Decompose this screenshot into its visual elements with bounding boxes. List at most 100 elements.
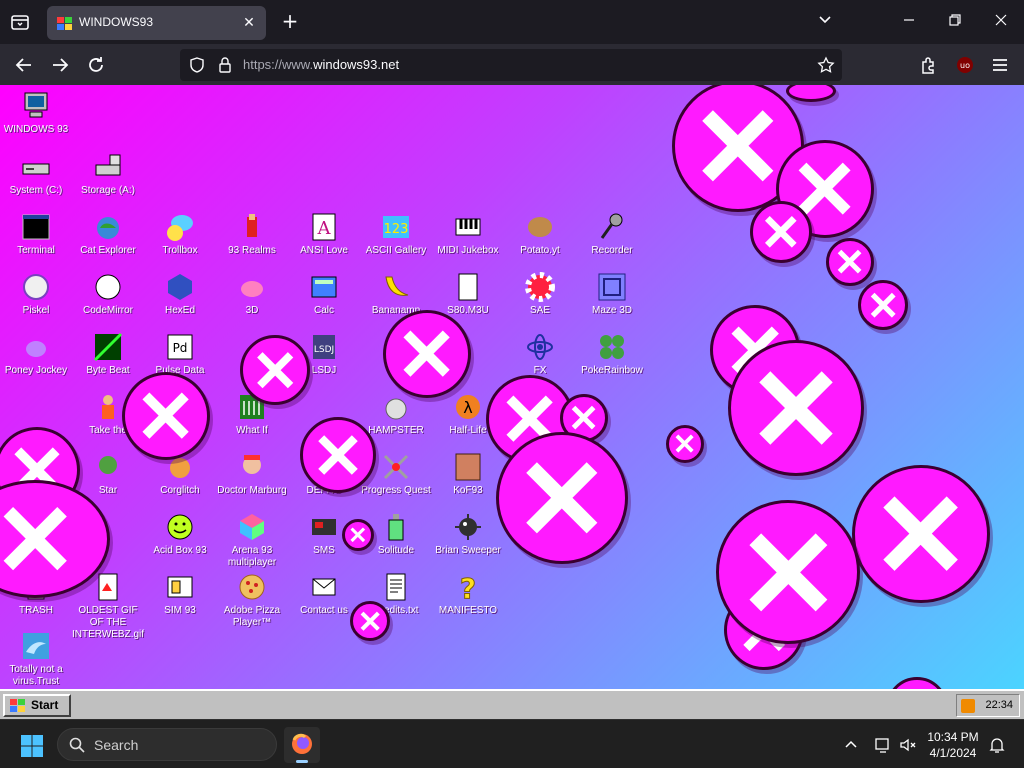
taskbar-clock[interactable]: 10:34 PM 4/1/2024: [915, 729, 991, 761]
desktop-icon-label: Calc: [313, 305, 334, 316]
x-bubble-icon: [350, 601, 390, 641]
contact-icon: [308, 571, 340, 603]
tab-close-icon[interactable]: ✕: [240, 14, 258, 32]
desktop-icon-cat-explorer[interactable]: Cat Explorer: [72, 211, 144, 257]
desktop-icon-sae[interactable]: SAE: [504, 271, 576, 317]
desktop-icon-label: 3D: [245, 305, 259, 316]
desktop-icon-hexed[interactable]: HexEd: [144, 271, 216, 317]
desktop-icon-totally-not-a-virus[interactable]: Totally not a virus.Trust: [0, 630, 72, 688]
desktop-icon-contact-us[interactable]: Contact us: [288, 571, 360, 617]
hamburger-menu-icon[interactable]: [988, 53, 1012, 77]
desktop-icon-byte-beat[interactable]: Byte Beat: [72, 331, 144, 377]
tab-overflow-chevron-icon[interactable]: [815, 12, 835, 32]
letter-a-icon: A: [308, 211, 340, 243]
lsdj-icon: LSDJ: [308, 331, 340, 363]
new-tab-icon[interactable]: +: [280, 11, 300, 31]
windows93-favicon-icon: [57, 16, 73, 30]
desktop-icon-storage-a[interactable]: Storage (A:): [72, 151, 144, 197]
forward-arrow-icon[interactable]: [48, 53, 72, 77]
reload-icon[interactable]: [84, 53, 108, 77]
bookmark-star-icon[interactable]: [817, 56, 835, 74]
desktop-icon-doctor-marburg[interactable]: Doctor Marburg: [216, 451, 288, 497]
desktop-icon-ascii-gallery[interactable]: 123 ASCII Gallery: [360, 211, 432, 257]
x-bubble-icon: [858, 280, 908, 330]
x-bubble-icon: [728, 340, 864, 476]
desktop-icon-trollbox[interactable]: Trollbox: [144, 211, 216, 257]
desktop-icon-label: PokeRainbow: [581, 365, 643, 376]
desktop-icon-recorder[interactable]: Recorder: [576, 211, 648, 257]
win93-logo-icon: [10, 699, 26, 713]
desktop-icon-system-c[interactable]: System (C:): [0, 151, 72, 197]
list-all-tabs-icon[interactable]: [8, 10, 32, 34]
desktop-icon-potato-yt[interactable]: Potato.yt: [504, 211, 576, 257]
rss-icon[interactable]: [961, 699, 975, 713]
microphone-icon: [596, 211, 628, 243]
desktop-icon-midi-jukebox[interactable]: MIDI Jukebox: [432, 211, 504, 257]
desktop-icon-calc[interactable]: Calc: [288, 271, 360, 317]
clock-date: 4/1/2024: [929, 746, 977, 760]
desktop-icon-terminal[interactable]: Terminal: [0, 211, 72, 257]
half-life-icon: λ: [452, 391, 484, 423]
taskbar-search-box[interactable]: Search: [57, 728, 277, 761]
desktop-icon-label: Contact us: [300, 605, 348, 616]
restore-window-icon[interactable]: [945, 12, 965, 32]
maze-icon: [596, 271, 628, 303]
lock-icon[interactable]: [216, 56, 234, 74]
desktop-icon-sim-93[interactable]: SIM 93: [144, 571, 216, 617]
desktop-icon-label: WINDOWS 93: [3, 124, 69, 135]
desktop-icon-brian-sweeper[interactable]: Brian Sweeper: [432, 511, 504, 557]
desktop-icon-pokerainbow[interactable]: PokeRainbow: [576, 331, 648, 377]
desktop-icon-star[interactable]: Star: [72, 451, 144, 497]
desktop-icon-hampster[interactable]: HAMPSTER: [360, 391, 432, 437]
notification-bell-icon[interactable]: [988, 736, 1006, 754]
swords-icon: [380, 451, 412, 483]
desktop-icon-windows93[interactable]: WINDOWS 93: [0, 90, 72, 136]
ublock-origin-icon[interactable]: uo: [953, 53, 977, 77]
tracking-protection-shield-icon[interactable]: [188, 56, 206, 74]
desktop-icon-kof93[interactable]: KoF93: [432, 451, 504, 497]
desktop-icon-maze-3d[interactable]: Maze 3D: [576, 271, 648, 317]
desktop-icon-piskel[interactable]: Piskel: [0, 271, 72, 317]
desktop-icon-acid-box-93[interactable]: Acid Box 93: [144, 511, 216, 557]
x-bubble-icon: [750, 201, 812, 263]
address-bar[interactable]: https://www.windows93.net: [180, 49, 842, 81]
desktop-icon-label: ASCII Gallery: [365, 245, 427, 256]
knight-icon: [236, 211, 268, 243]
arena-cube-icon: [236, 511, 268, 543]
desktop-icon-poney-jockey[interactable]: Poney Jockey: [0, 331, 72, 377]
search-icon: [68, 736, 86, 754]
desktop-icon-label: Potato.yt: [520, 245, 560, 256]
x-bubble-icon: [342, 519, 374, 551]
desktop-icon-arena-93[interactable]: Arena 93 multiplayer: [216, 511, 288, 569]
browser-tab-active[interactable]: WINDOWS93 ✕: [47, 6, 266, 40]
desktop-icon-3d[interactable]: 3D: [216, 271, 288, 317]
desktop-icon-adobe-pizza-player[interactable]: Adobe Pizza Player™: [216, 571, 288, 629]
back-arrow-icon[interactable]: [12, 53, 36, 77]
desktop-icon-s80-m3u[interactable]: S80.M3U: [432, 271, 504, 317]
firefox-taskbar-button[interactable]: [284, 727, 320, 763]
extensions-puzzle-icon[interactable]: [917, 53, 941, 77]
desktop-icon-pulse-data[interactable]: Pd Pulse Data: [144, 331, 216, 377]
desktop-icon-93-realms[interactable]: 93 Realms: [216, 211, 288, 257]
banana-icon: [380, 271, 412, 303]
desktop-icon-label: 93 Realms: [228, 245, 276, 256]
desktop-icon-codemirror[interactable]: CodeMirror: [72, 271, 144, 317]
network-icon[interactable]: [874, 736, 892, 754]
desktop-icon-fx[interactable]: FX: [504, 331, 576, 377]
desktop-icon-ansi-love[interactable]: A ANSI Love: [288, 211, 360, 257]
close-window-icon[interactable]: [991, 12, 1011, 32]
windows-start-icon[interactable]: [20, 734, 44, 758]
show-hidden-icons-chevron-icon[interactable]: [842, 736, 860, 754]
clock-time: 10:34 PM: [927, 730, 979, 744]
sms-icon: [308, 511, 340, 543]
minimize-window-icon[interactable]: [899, 12, 919, 32]
win93-start-button[interactable]: Start: [3, 694, 71, 717]
cat-globe-icon: [92, 211, 124, 243]
troll-chat-icon: [164, 211, 196, 243]
svg-text:123: 123: [384, 222, 409, 237]
desktop-icon-manifesto[interactable]: ? MANIFESTO: [432, 571, 504, 617]
pony-icon: [20, 331, 52, 363]
svg-text:LSDJ: LSDJ: [314, 345, 334, 355]
desktop-icon-label: What If: [236, 425, 268, 436]
svg-text:λ: λ: [463, 398, 472, 417]
